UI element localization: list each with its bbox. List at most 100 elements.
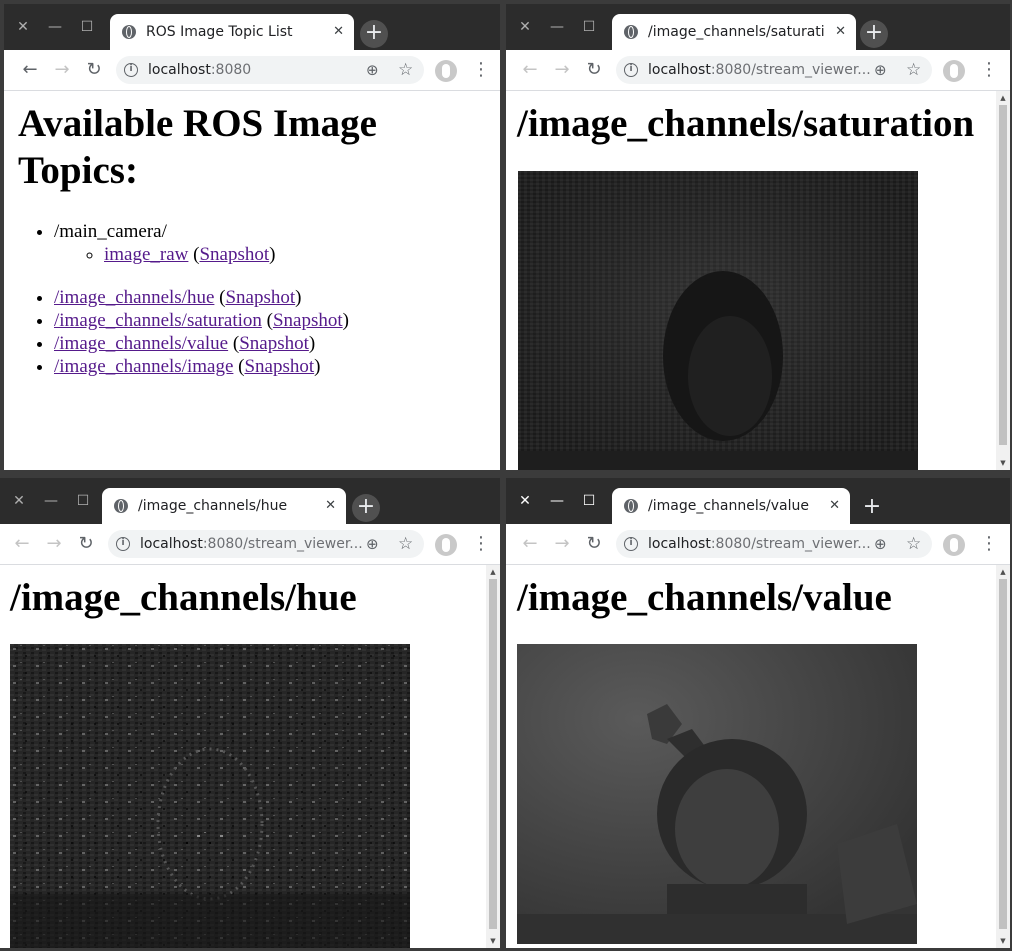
- profile-avatar-icon[interactable]: [435, 60, 457, 82]
- zoom-icon[interactable]: ⊕: [874, 530, 887, 558]
- bookmark-star-icon[interactable]: ☆: [906, 56, 921, 84]
- back-button[interactable]: ←: [18, 58, 42, 82]
- zoom-icon[interactable]: ⊕: [874, 56, 887, 84]
- new-tab-button[interactable]: +: [858, 494, 886, 522]
- scroll-down-icon[interactable]: ▼: [486, 936, 500, 946]
- window-close-button[interactable]: ✕: [8, 478, 30, 524]
- paren: (: [188, 244, 200, 265]
- vertical-scrollbar[interactable]: ▲ ▼: [486, 565, 500, 948]
- info-icon[interactable]: i: [116, 537, 130, 551]
- scrollbar-thumb[interactable]: [489, 579, 497, 929]
- bookmark-star-icon[interactable]: ☆: [398, 530, 413, 558]
- forward-button[interactable]: →: [550, 58, 574, 82]
- window-maximize-button[interactable]: ☐: [578, 478, 600, 524]
- vertical-scrollbar[interactable]: ▲ ▼: [996, 91, 1010, 470]
- window-close-button[interactable]: ✕: [514, 4, 536, 50]
- hue-stream-image: [10, 644, 410, 948]
- reload-button[interactable]: ↻: [74, 532, 98, 556]
- scroll-down-icon[interactable]: ▼: [996, 458, 1010, 468]
- tab-close-icon[interactable]: ✕: [829, 488, 840, 524]
- menu-icon[interactable]: ⋮: [980, 532, 998, 556]
- menu-icon[interactable]: ⋮: [472, 58, 490, 82]
- window-minimize-button[interactable]: —: [40, 478, 62, 524]
- info-icon[interactable]: i: [124, 63, 138, 77]
- paren: ): [308, 333, 316, 354]
- info-icon[interactable]: i: [624, 63, 638, 77]
- menu-icon[interactable]: ⋮: [472, 532, 490, 556]
- page-content: /image_channels/value: [506, 565, 996, 948]
- list-item: /image_channels/hue (Snapshot): [54, 286, 494, 309]
- url-path: :8080/stream_viewer...: [202, 536, 363, 552]
- address-bar[interactable]: i localhost:8080/stream_viewer... ⊕ ☆: [616, 56, 932, 84]
- window-maximize-button[interactable]: ☐: [72, 478, 94, 524]
- window-close-button[interactable]: ✕: [12, 4, 34, 50]
- scroll-down-icon[interactable]: ▼: [996, 936, 1010, 946]
- info-icon[interactable]: i: [624, 537, 638, 551]
- scrollbar-thumb[interactable]: [999, 579, 1007, 929]
- snapshot-link[interactable]: Snapshot: [225, 287, 295, 308]
- page-title: /image_channels/saturation: [517, 102, 975, 145]
- page-content: /image_channels/hue: [0, 565, 486, 948]
- scroll-up-icon[interactable]: ▲: [996, 567, 1010, 577]
- tab-hue[interactable]: /image_channels/hue ✕: [102, 488, 346, 524]
- topic-group-name: /main_camera/: [54, 221, 167, 242]
- window-minimize-button[interactable]: —: [546, 4, 568, 50]
- profile-avatar-icon[interactable]: [435, 534, 457, 556]
- snapshot-link[interactable]: Snapshot: [273, 310, 343, 331]
- forward-button[interactable]: →: [50, 58, 74, 82]
- zoom-icon[interactable]: ⊕: [366, 56, 379, 84]
- window-minimize-button[interactable]: —: [44, 4, 66, 50]
- profile-avatar-icon[interactable]: [943, 534, 965, 556]
- topic-link-saturation[interactable]: /image_channels/saturation: [54, 310, 262, 331]
- url-path: :8080: [210, 62, 252, 78]
- new-tab-button[interactable]: +: [360, 20, 388, 48]
- reload-button[interactable]: ↻: [582, 58, 606, 82]
- topic-link-hue[interactable]: /image_channels/hue: [54, 287, 214, 308]
- snapshot-link[interactable]: Snapshot: [239, 333, 309, 354]
- menu-icon[interactable]: ⋮: [980, 58, 998, 82]
- snapshot-link[interactable]: Snapshot: [244, 356, 314, 377]
- globe-icon: [624, 25, 638, 39]
- tab-ros-image-topic-list[interactable]: ROS Image Topic List ✕: [110, 14, 354, 50]
- back-button[interactable]: ←: [10, 532, 34, 556]
- new-tab-button[interactable]: +: [860, 20, 888, 48]
- topic-link-image-raw[interactable]: image_raw: [104, 244, 188, 265]
- profile-avatar-icon[interactable]: [943, 60, 965, 82]
- url-host: localhost: [148, 62, 211, 78]
- window-close-button[interactable]: ✕: [514, 478, 536, 524]
- scroll-up-icon[interactable]: ▲: [486, 567, 500, 577]
- tab-saturation[interactable]: /image_channels/saturati ✕: [612, 14, 856, 50]
- zoom-icon[interactable]: ⊕: [366, 530, 379, 558]
- vertical-scrollbar[interactable]: ▲ ▼: [996, 565, 1010, 948]
- topic-link-image[interactable]: /image_channels/image: [54, 356, 233, 377]
- forward-button[interactable]: →: [42, 532, 66, 556]
- bookmark-star-icon[interactable]: ☆: [906, 530, 921, 558]
- tab-title: /image_channels/value: [648, 498, 809, 514]
- window-minimize-button[interactable]: —: [546, 478, 568, 524]
- window-maximize-button[interactable]: ☐: [76, 4, 98, 50]
- scroll-up-icon[interactable]: ▲: [996, 93, 1010, 103]
- back-button[interactable]: ←: [518, 532, 542, 556]
- address-bar[interactable]: i localhost:8080 ⊕ ☆: [116, 56, 424, 84]
- tab-close-icon[interactable]: ✕: [333, 14, 344, 50]
- reload-button[interactable]: ↻: [82, 58, 106, 82]
- list-item: image_raw (Snapshot): [104, 243, 494, 266]
- tab-close-icon[interactable]: ✕: [835, 14, 846, 50]
- snapshot-link[interactable]: Snapshot: [199, 244, 269, 265]
- forward-button[interactable]: →: [550, 532, 574, 556]
- tab-close-icon[interactable]: ✕: [325, 488, 336, 524]
- address-bar[interactable]: i localhost:8080/stream_viewer... ⊕ ☆: [108, 530, 424, 558]
- browser-window-value: ✕ — ☐ /image_channels/value ✕ + ← → ↻ i …: [506, 478, 1010, 948]
- tab-value[interactable]: /image_channels/value ✕: [612, 488, 850, 524]
- new-tab-button[interactable]: +: [352, 494, 380, 522]
- reload-button[interactable]: ↻: [582, 532, 606, 556]
- window-maximize-button[interactable]: ☐: [578, 4, 600, 50]
- paren: (: [228, 333, 240, 354]
- topic-link-value[interactable]: /image_channels/value: [54, 333, 228, 354]
- page-title: Available ROS Image Topics:: [18, 102, 377, 192]
- scrollbar-thumb[interactable]: [999, 105, 1007, 445]
- address-bar[interactable]: i localhost:8080/stream_viewer... ⊕ ☆: [616, 530, 932, 558]
- page-content: /image_channels/saturation: [506, 91, 996, 470]
- back-button[interactable]: ←: [518, 58, 542, 82]
- bookmark-star-icon[interactable]: ☆: [398, 56, 413, 84]
